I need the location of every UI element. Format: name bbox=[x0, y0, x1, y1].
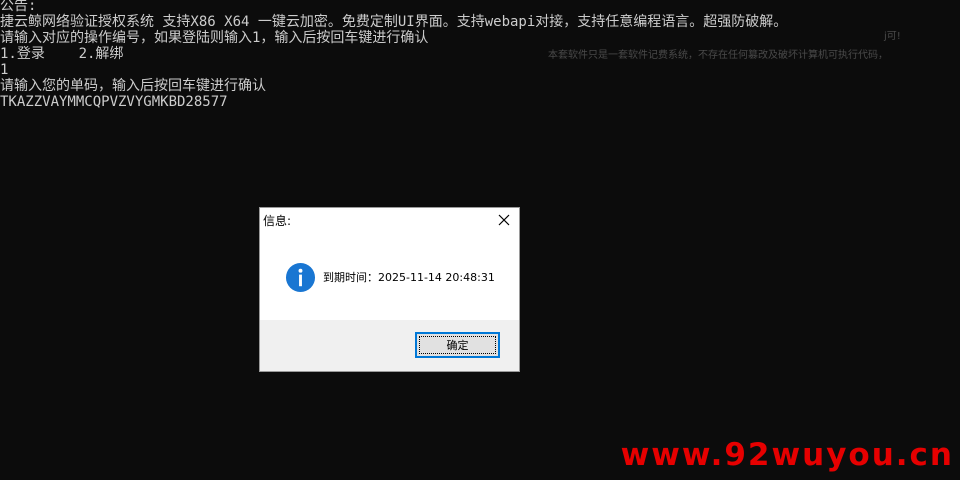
ok-button[interactable]: 确定 bbox=[415, 332, 500, 358]
dialog-titlebar[interactable]: 信息: bbox=[260, 208, 519, 234]
close-icon bbox=[498, 214, 510, 226]
console-line-code-prompt: 请输入您的单码，输入后按回车键进行确认 bbox=[0, 78, 266, 94]
info-icon bbox=[285, 262, 316, 293]
console-line-notice-heading: 公告: bbox=[0, 0, 37, 14]
watermark-text: www.92wuyou.cn bbox=[620, 437, 954, 473]
ghost-text-top: j可! bbox=[884, 31, 901, 42]
console-line-menu-options: 1.登录 2.解绑 bbox=[0, 46, 124, 62]
info-dialog: 信息: 到期时间：2025-11-14 20:48:31 确定 bbox=[259, 207, 520, 372]
expiry-message: 到期时间：2025-11-14 20:48:31 bbox=[323, 271, 495, 284]
console-line-entered-code: TKAZZVAYMMCQPVZVYGMKBD28577 bbox=[0, 94, 228, 110]
dialog-title: 信息: bbox=[263, 214, 292, 228]
ghost-text-disclaimer: 本套软件只是一套软件记费系统，不存在任何篡改及破坏计算机可执行代码， bbox=[548, 50, 888, 61]
console-line-operation-prompt: 请输入对应的操作编号，如果登陆则输入1，输入后按回车键进行确认 bbox=[0, 30, 429, 46]
console-line-user-choice: 1 bbox=[0, 62, 9, 78]
console-line-announcement: 捷云鲸网络验证授权系统 支持X86 X64 一键云加密。免费定制UI界面。支持w… bbox=[0, 14, 788, 30]
dialog-footer: 确定 bbox=[260, 320, 519, 371]
close-button[interactable] bbox=[489, 208, 519, 232]
